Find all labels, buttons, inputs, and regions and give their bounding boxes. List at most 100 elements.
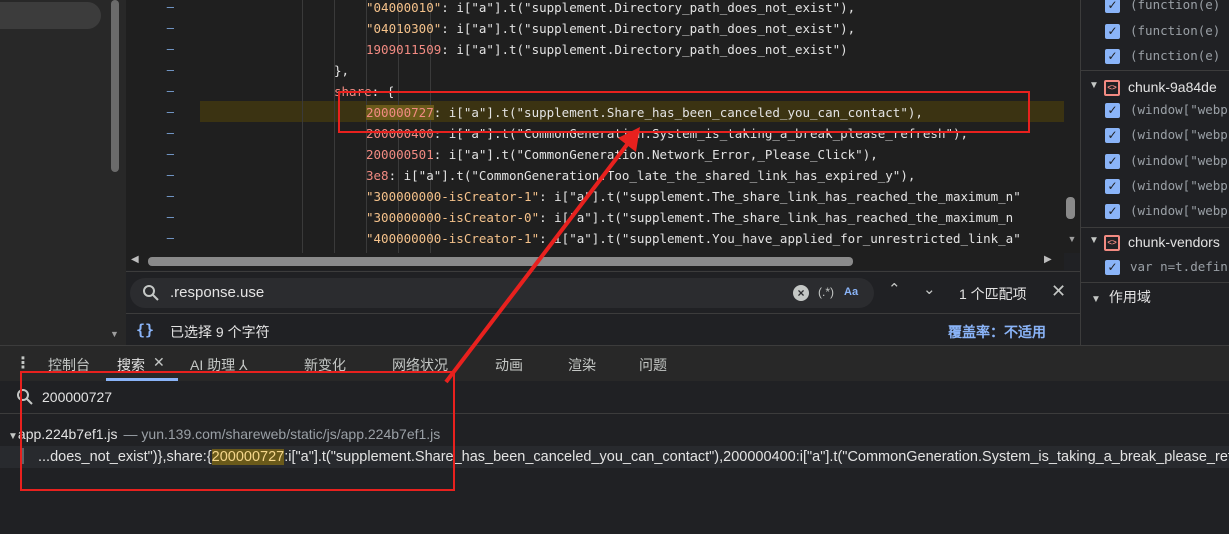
code-line[interactable]: 3e8: i["a"].t("CommonGeneration.Too_late… — [366, 165, 915, 186]
code-value: : i["a"].t("CommonGeneration.Network_Err… — [433, 147, 878, 162]
breakpoint-checkbox[interactable]: ✓ — [1105, 128, 1120, 144]
indent-guide — [302, 0, 303, 253]
code-key: "04000010" — [366, 0, 442, 15]
breakpoint-checkbox[interactable]: ✓ — [1105, 103, 1120, 118]
navigator-scroll-thumb[interactable] — [111, 0, 119, 172]
expand-triangle-icon[interactable]: ▼ — [1089, 235, 1099, 246]
regex-toggle[interactable]: (.*) — [818, 285, 834, 299]
file-icon: <> — [1104, 235, 1120, 251]
editor-vertical-scroll-thumb[interactable] — [1066, 197, 1075, 219]
breakpoint-code: (function(e) — [1130, 0, 1221, 12]
pretty-print-icon[interactable]: {} — [136, 321, 154, 339]
scope-section-header[interactable]: ▼ 作用域 — [1091, 287, 1151, 307]
code-line[interactable]: "300000000-isCreator-0": i["a"].t("suppl… — [366, 207, 1013, 228]
match-case-toggle[interactable]: Aa — [844, 286, 858, 298]
breakpoint-code: var n=t.defin — [1130, 259, 1228, 274]
expand-triangle-icon[interactable]: ▼ — [8, 431, 18, 442]
breakpoint-row[interactable]: ✓ (function(e) — [1081, 45, 1229, 70]
breakpoint-code: (window["webp — [1130, 203, 1228, 219]
breakpoint-file-group[interactable]: ▼ <> chunk-vendors — [1081, 231, 1229, 256]
tab-animations[interactable]: 动画 — [495, 355, 523, 375]
breakpoint-code: (function(e) — [1130, 48, 1221, 63]
gutter-mark: – — [166, 0, 174, 14]
gutter-mark: – — [166, 168, 174, 182]
breakpoint-row[interactable]: ✓ var n=t.defin — [1081, 256, 1229, 281]
breakpoint-row[interactable]: ✓ (function(e) — [1081, 0, 1229, 19]
code-value: : i["a"].t("supplement.The_share_link_ha… — [539, 210, 1014, 225]
breakpoint-checkbox[interactable]: ✓ — [1105, 153, 1120, 169]
coverage-link[interactable]: 覆盖率：不适用 — [948, 322, 1046, 342]
code-line[interactable]: "400000000-isCreator-1": i["a"].t("suppl… — [366, 228, 1021, 249]
navigator-scroll-down-icon[interactable]: ▼ — [109, 328, 120, 340]
close-find-icon[interactable]: ✕ — [1051, 281, 1066, 302]
code-line[interactable]: "300000000-isCreator-1": i["a"].t("suppl… — [366, 186, 1021, 207]
clear-search-icon[interactable]: × — [793, 285, 809, 301]
gutter-mark: – — [166, 84, 174, 98]
gutter-mark: – — [166, 147, 174, 161]
breakpoint-row[interactable]: ✓ (window["webp — [1081, 175, 1229, 200]
code-value: : i["a"].t("CommonGeneration.Too_late_th… — [388, 168, 916, 183]
breakpoint-code: (function(e) — [1130, 22, 1221, 38]
code-value: : i["a"].t("supplement.Directory_path_do… — [441, 42, 848, 57]
breakpoint-row[interactable]: ✓ (window["webp — [1081, 124, 1229, 149]
code-value: }, — [334, 63, 350, 78]
scroll-right-icon[interactable]: ▶ — [1044, 254, 1052, 265]
code-key: 1909011509 — [366, 42, 442, 57]
editor-horizontal-scroll-thumb[interactable] — [148, 257, 853, 266]
gutter-mark: – — [166, 189, 174, 203]
search-icon — [143, 285, 159, 301]
code-line[interactable]: "04000010": i["a"].t("supplement.Directo… — [366, 0, 855, 18]
editor-scroll-down-icon[interactable]: ▼ — [1064, 234, 1080, 244]
match-count: 1 个匹配项 — [959, 286, 1027, 302]
breakpoint-checkbox[interactable]: ✓ — [1105, 23, 1120, 39]
code-line[interactable]: "04010300": i["a"].t("supplement.Directo… — [366, 18, 855, 39]
pane-divider — [1081, 70, 1229, 71]
close-tab-icon[interactable]: ✕ — [153, 354, 165, 371]
code-line[interactable]: }, — [334, 60, 349, 81]
code-key: "300000000-isCreator-0" — [366, 210, 540, 225]
gutter-mark: – — [166, 210, 174, 224]
breakpoint-row[interactable]: ✓ (window["webp — [1081, 150, 1229, 175]
gutter-mark: – — [166, 231, 174, 245]
breakpoint-code: (window["webp — [1130, 177, 1228, 193]
previous-match-icon[interactable]: ⌃ — [888, 280, 901, 298]
selection-info: 已选择 9 个字符 — [170, 324, 270, 340]
breakpoint-file-group[interactable]: ▼ <> chunk-9a84de — [1081, 76, 1229, 101]
expand-triangle-icon[interactable]: ▼ — [1091, 294, 1101, 305]
gutter-mark: – — [166, 105, 174, 119]
gutter-mark: – — [166, 63, 174, 77]
tab-rendering[interactable]: 渲染 — [568, 355, 596, 375]
annotation-box-editor — [338, 91, 1030, 133]
code-line[interactable]: 200000501: i["a"].t("CommonGeneration.Ne… — [366, 144, 878, 165]
scroll-left-icon[interactable]: ◀ — [131, 254, 139, 265]
breakpoint-checkbox[interactable]: ✓ — [1105, 204, 1120, 220]
find-input-value: .response.use — [170, 284, 265, 301]
tab-issues[interactable]: 问题 — [639, 355, 667, 375]
scope-label: 作用域 — [1108, 289, 1151, 305]
file-icon: <> — [1104, 80, 1120, 96]
annotation-box-search — [20, 371, 455, 491]
code-line[interactable]: 1909011509: i["a"].t("supplement.Directo… — [366, 39, 848, 60]
next-match-icon[interactable]: ⌄ — [923, 280, 936, 298]
breakpoint-checkbox[interactable]: ✓ — [1105, 260, 1120, 275]
breakpoint-file-name: chunk-9a84de — [1128, 79, 1217, 95]
breakpoint-checkbox[interactable]: ✓ — [1105, 0, 1120, 13]
code-value: : i["a"].t("supplement.Directory_path_do… — [441, 0, 856, 15]
code-key: 3e8 — [366, 168, 389, 183]
code-key: "300000000-isCreator-1" — [366, 189, 540, 204]
more-options-icon[interactable]: ⋮ — [15, 353, 31, 373]
find-input[interactable]: .response.use × (.*) Aa — [130, 278, 874, 308]
breakpoint-checkbox[interactable]: ✓ — [1105, 178, 1120, 194]
breakpoint-row[interactable]: ✓ (function(e) — [1081, 20, 1229, 45]
gutter-mark: – — [166, 126, 174, 140]
breakpoint-checkbox[interactable]: ✓ — [1105, 49, 1120, 64]
find-bar: .response.use × (.*) Aa ⌃ ⌄ 1 个匹配项 ✕ — [126, 271, 1080, 313]
breakpoint-row[interactable]: ✓ (window["webp — [1081, 99, 1229, 124]
code-value: : i["a"].t("supplement.Directory_path_do… — [441, 21, 856, 36]
breakpoint-row[interactable]: ✓ (window["webp — [1081, 200, 1229, 225]
code-value: : i["a"].t("supplement.The_share_link_ha… — [539, 189, 1021, 204]
breakpoint-code: (window["webp — [1130, 102, 1228, 117]
expand-triangle-icon[interactable]: ▼ — [1089, 80, 1099, 91]
code-value: : i["a"].t("supplement.You_have_applied_… — [539, 231, 1021, 246]
navigator-selected-item[interactable] — [0, 2, 101, 29]
